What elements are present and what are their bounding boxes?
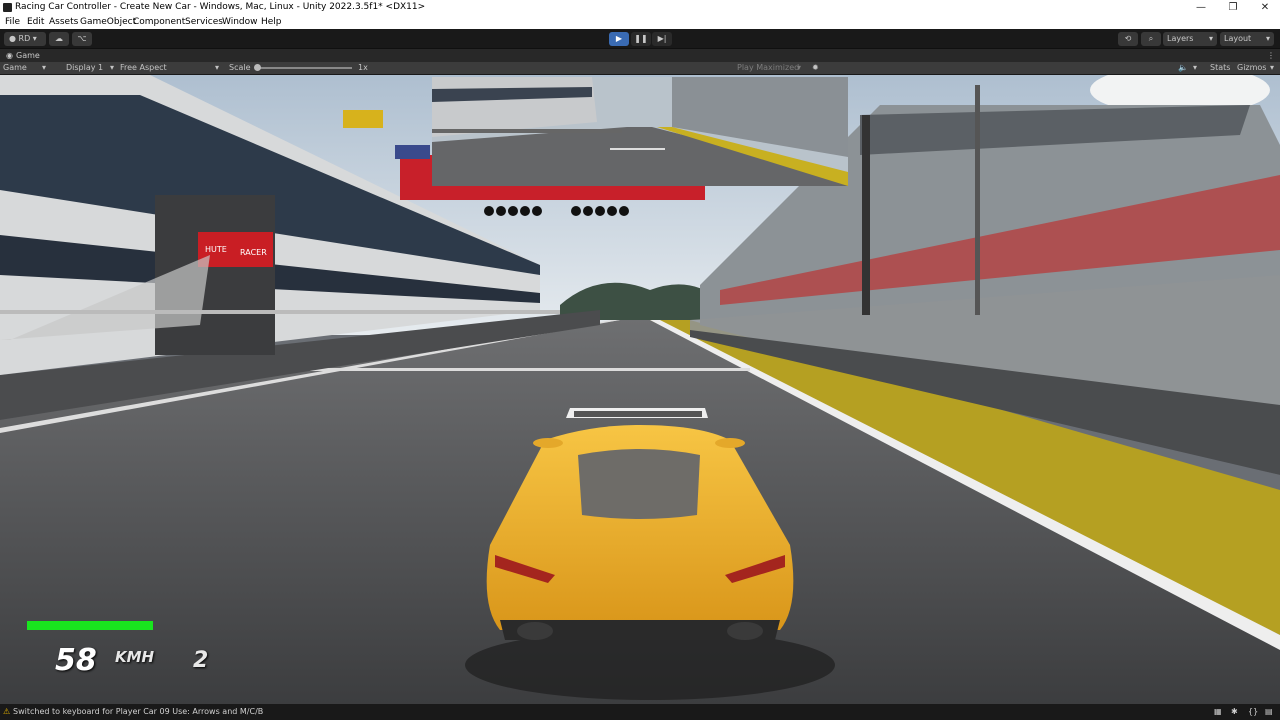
window-title: Racing Car Controller - Create New Car -… (15, 2, 426, 12)
code-icon[interactable]: {} (1248, 704, 1258, 720)
gizmos-button[interactable]: Gizmos (1237, 62, 1266, 74)
garage-sign-text-2: RACER (240, 248, 267, 257)
chevron-down-icon: ▾ (110, 63, 115, 72)
game-tab-icon: ◉ (6, 51, 13, 60)
status-message[interactable]: Switched to keyboard for Player Car 09 U… (13, 704, 263, 720)
fence-pole (862, 115, 870, 315)
unity-icon (3, 3, 12, 12)
light-pole (975, 85, 980, 315)
scale-slider-thumb[interactable] (254, 64, 261, 71)
progress-icon[interactable]: ▤ (1265, 704, 1273, 720)
tab-bar: ◉ Game ⋮ (0, 49, 1280, 62)
layers-label: Layers (1167, 34, 1194, 43)
history-icon[interactable]: ⟲ (1118, 32, 1138, 46)
search-icon[interactable]: ⌕ (1141, 32, 1161, 46)
guard-rail (0, 310, 560, 314)
chevron-down-icon: ▾ (1270, 63, 1275, 72)
boost-bar-fill (27, 621, 153, 630)
grid-marker-inner (574, 411, 702, 417)
scale-slider[interactable] (254, 64, 352, 71)
chevron-down-icon: ▾ (1193, 63, 1198, 72)
frame-debugger-icon[interactable]: ✹ (812, 62, 819, 74)
step-icon: ▶| (657, 34, 667, 43)
cloud-icon[interactable]: ☁ (49, 32, 69, 46)
scale-label: Scale (229, 63, 251, 72)
speed-unit: KMH (115, 648, 155, 666)
mute-audio-icon[interactable]: 🔈 (1178, 62, 1188, 74)
game-viewport[interactable]: HUTE RACER 58 KMH 2 (0, 75, 1280, 704)
game-view-controls: Game ▾ Display 1 ▾ Free Aspect ▾ Scale 1… (0, 62, 1280, 74)
layout-label: Layout (1224, 34, 1252, 43)
game-mode-dropdown[interactable]: Game (3, 62, 27, 74)
warning-icon: ⚠ (3, 707, 11, 716)
chevron-down-icon: ▾ (215, 63, 220, 72)
flag (395, 145, 430, 159)
play-maximized-dropdown[interactable]: Play Maximized (737, 62, 799, 74)
garage-sign-text-1: HUTE (205, 245, 227, 254)
boost-bar (27, 621, 153, 630)
pause-button[interactable]: ❚❚ (631, 32, 651, 46)
play-button[interactable]: ▶ (609, 32, 629, 46)
chevron-down-icon: ▾ (797, 63, 802, 72)
chevron-down-icon: ▾ (42, 63, 47, 72)
title-bar: Racing Car Controller - Create New Car -… (0, 0, 1280, 15)
toolbar: ● RD ▾ ☁ ⌥ ▶ ❚❚ ▶| ⟲ ⌕ Layers ▾ Layout ▾ (0, 29, 1280, 49)
chevron-down-icon: ▾ (1208, 34, 1213, 43)
aspect-dropdown[interactable]: Free Aspect (120, 62, 167, 74)
close-button[interactable]: ✕ (1250, 0, 1280, 15)
menu-help[interactable]: Help (261, 15, 282, 29)
menu-services[interactable]: Services (185, 15, 223, 29)
pip-camera-view (432, 77, 848, 186)
chevron-down-icon: ▾ (32, 34, 37, 43)
scale-value: 1x (358, 63, 368, 72)
layers-dropdown[interactable]: Layers ▾ (1163, 32, 1217, 46)
menu-component[interactable]: Component (133, 15, 185, 29)
account-icon: ● (9, 34, 16, 43)
account-label: RD (18, 34, 31, 43)
network-icon[interactable]: ▦ (1214, 704, 1222, 720)
collab-icon[interactable]: ⌥ (72, 32, 92, 46)
more-options-icon[interactable]: ⋮ (1267, 49, 1275, 62)
flag (343, 110, 383, 128)
debug-icon[interactable]: ✱ (1231, 704, 1238, 720)
menu-assets[interactable]: Assets (49, 15, 78, 29)
menu-window[interactable]: Window (222, 15, 258, 29)
gear-indicator: 2 (193, 648, 209, 673)
menu-bar: File Edit Assets GameObject Component Se… (0, 15, 1280, 29)
layout-dropdown[interactable]: Layout ▾ (1220, 32, 1274, 46)
display-dropdown[interactable]: Display 1 (66, 62, 103, 74)
step-button[interactable]: ▶| (652, 32, 672, 46)
restore-button[interactable]: ❐ (1218, 0, 1248, 15)
chevron-down-icon: ▾ (1265, 34, 1270, 43)
tab-game[interactable]: Game (16, 49, 40, 62)
account-button[interactable]: ● RD ▾ (4, 32, 46, 46)
play-icon: ▶ (615, 34, 623, 43)
menu-file[interactable]: File (5, 15, 20, 29)
status-bar: ⚠ Switched to keyboard for Player Car 09… (0, 704, 1280, 720)
start-line (310, 368, 750, 371)
menu-gameobject[interactable]: GameObject (80, 15, 136, 29)
pause-icon: ❚❚ (634, 34, 648, 43)
speed-value: 58 (55, 643, 97, 678)
stats-button[interactable]: Stats (1210, 62, 1230, 74)
minimize-button[interactable]: — (1186, 0, 1216, 15)
menu-edit[interactable]: Edit (27, 15, 44, 29)
